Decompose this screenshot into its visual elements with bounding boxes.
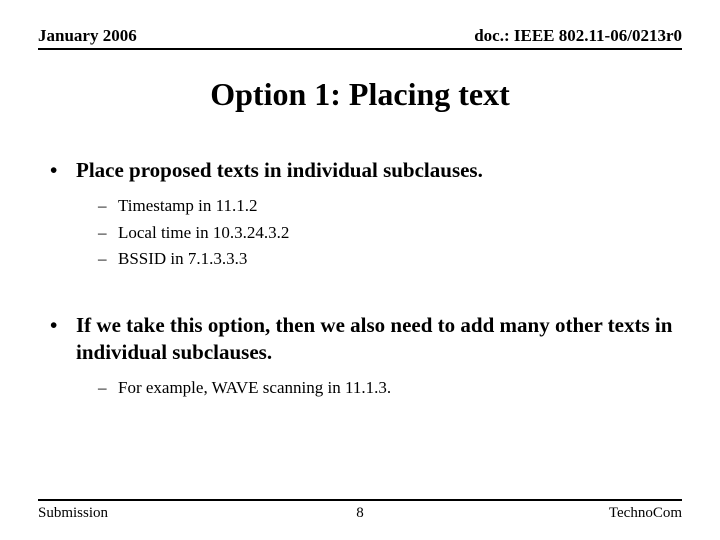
bullet-text: Place proposed texts in individual subcl… — [76, 158, 483, 182]
page-title: Option 1: Placing text — [38, 76, 682, 113]
footer-left: Submission — [38, 505, 108, 522]
sub-list: Timestamp in 11.1.2 Local time in 10.3.2… — [98, 193, 682, 272]
slide-page: January 2006 doc.: IEEE 802.11-06/0213r0… — [0, 0, 720, 540]
bullet-item: Place proposed texts in individual subcl… — [50, 157, 682, 183]
footer-bar: Submission 8 TechnoCom — [38, 505, 682, 522]
sub-bullet-item: For example, WAVE scanning in 11.1.3. — [98, 375, 682, 401]
header-doc-id: doc.: IEEE 802.11-06/0213r0 — [474, 26, 682, 46]
sub-bullet-item: Local time in 10.3.24.3.2 — [98, 220, 682, 246]
sub-list: For example, WAVE scanning in 11.1.3. — [98, 375, 682, 401]
page-number: 8 — [356, 505, 364, 522]
sub-bullet-item: Timestamp in 11.1.2 — [98, 193, 682, 219]
bullet-text: If we take this option, then we also nee… — [76, 313, 672, 363]
bullet-item: If we take this option, then we also nee… — [50, 312, 682, 365]
header-bar: January 2006 doc.: IEEE 802.11-06/0213r0 — [38, 26, 682, 50]
footer-wrap: Submission 8 TechnoCom — [38, 499, 682, 522]
sub-bullet-item: BSSID in 7.1.3.3.3 — [98, 246, 682, 272]
header-date: January 2006 — [38, 26, 137, 46]
footer-right: TechnoCom — [609, 505, 682, 522]
footer-rule — [38, 499, 682, 501]
